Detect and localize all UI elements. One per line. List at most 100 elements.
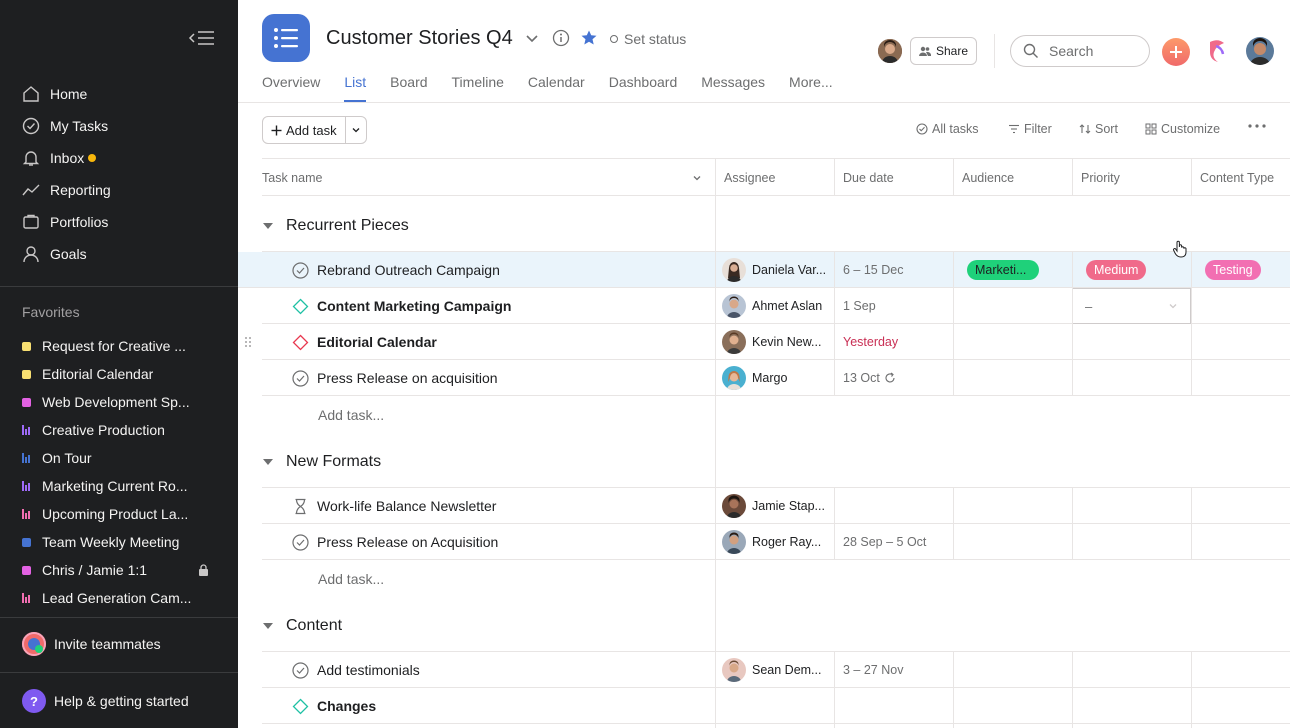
task-name-cell[interactable]: Add testimonials <box>292 652 420 688</box>
due-date-cell[interactable]: 28 Sep – 5 Oct <box>843 524 926 560</box>
due-date-cell[interactable]: 13 Oct <box>843 360 896 396</box>
avatar[interactable] <box>878 39 902 63</box>
project-title[interactable]: Customer Stories Q4 <box>326 27 513 50</box>
table-row[interactable]: Press Release on acquisition Margo 13 Oc… <box>262 360 1290 396</box>
table-row[interactable]: Rebrand Outreach Campaign Daniela Var...… <box>238 252 1290 288</box>
add-task-link[interactable]: Add task... <box>318 571 384 587</box>
add-task-button[interactable]: Add task <box>263 117 346 143</box>
assignee-cell[interactable]: Roger Ray... <box>722 524 821 560</box>
chevron-down-icon[interactable] <box>525 31 539 45</box>
favorite-item[interactable]: Lead Generation Cam... <box>0 584 238 612</box>
column-header-assignee[interactable]: Assignee <box>724 171 775 185</box>
add-task-dropdown[interactable] <box>346 117 366 143</box>
search-input[interactable]: Search <box>1010 35 1150 67</box>
sidebar-item-my-tasks[interactable]: My Tasks <box>0 110 238 142</box>
tab-timeline[interactable]: Timeline <box>452 74 504 102</box>
sidebar-item-goals[interactable]: Goals <box>0 238 238 270</box>
favorite-item[interactable]: Chris / Jamie 1:1 <box>0 556 238 584</box>
tab-dashboard[interactable]: Dashboard <box>609 74 678 102</box>
favorite-item[interactable]: Upcoming Product La... <box>0 500 238 528</box>
check-circle-icon[interactable] <box>292 661 309 679</box>
milestone-diamond-icon[interactable] <box>292 334 309 351</box>
tab-more[interactable]: More... <box>789 74 833 102</box>
tab-calendar[interactable]: Calendar <box>528 74 585 102</box>
section-header[interactable]: Recurrent Pieces <box>262 217 409 235</box>
set-status-button[interactable]: Set status <box>610 31 686 47</box>
check-circle-icon[interactable] <box>292 533 309 551</box>
due-date-cell[interactable]: 6 – 15 Dec <box>843 252 903 288</box>
favorite-item[interactable]: Team Weekly Meeting <box>0 528 238 556</box>
tab-messages[interactable]: Messages <box>701 74 765 102</box>
favorite-item[interactable]: On Tour <box>0 444 238 472</box>
favorite-item[interactable]: Editorial Calendar <box>0 360 238 388</box>
task-name-cell[interactable]: Press Release on acquisition <box>292 360 498 396</box>
sidebar-item-reporting[interactable]: Reporting <box>0 174 238 206</box>
table-row[interactable]: Press Release on Acquisition Roger Ray..… <box>262 524 1290 560</box>
priority-cell[interactable]: Medium <box>1086 252 1147 288</box>
customize-button[interactable]: Customize <box>1145 122 1220 136</box>
asana-logo-icon[interactable] <box>1206 38 1228 64</box>
info-icon[interactable] <box>552 29 570 47</box>
content-type-cell[interactable]: Testing <box>1205 252 1261 288</box>
all-tasks-button[interactable]: All tasks <box>916 122 979 136</box>
task-name-cell[interactable]: Work-life Balance Newsletter <box>292 488 496 524</box>
tab-overview[interactable]: Overview <box>262 74 320 102</box>
collapse-sidebar-icon[interactable] <box>188 28 216 48</box>
project-list-icon[interactable] <box>262 14 310 62</box>
drag-handle-icon[interactable] <box>244 336 252 348</box>
table-row[interactable]: Work-life Balance Newsletter Jamie Stap.… <box>262 488 1290 524</box>
assignee-cell[interactable]: Ahmet Aslan <box>722 288 822 324</box>
sidebar-item-inbox[interactable]: Inbox <box>0 142 238 174</box>
check-circle-icon[interactable] <box>292 261 309 279</box>
assignee-cell[interactable]: Sean Dem... <box>722 652 821 688</box>
sort-button[interactable]: Sort <box>1079 122 1118 136</box>
filter-button[interactable]: Filter <box>1008 122 1052 136</box>
chevron-down-icon[interactable] <box>692 173 702 183</box>
section-header[interactable]: Content <box>262 617 342 635</box>
help-button[interactable]: ? Help & getting started <box>22 689 189 713</box>
tab-board[interactable]: Board <box>390 74 427 102</box>
task-name-cell[interactable]: Changes <box>292 688 376 724</box>
task-name-cell[interactable]: Press Release on Acquisition <box>292 524 498 560</box>
check-circle-icon[interactable] <box>292 369 309 387</box>
tab-list[interactable]: List <box>344 74 367 102</box>
due-date-cell[interactable]: Yesterday <box>843 324 898 360</box>
milestone-diamond-icon[interactable] <box>292 698 309 715</box>
assignee-cell[interactable]: Margo <box>722 360 787 396</box>
share-button[interactable]: Share <box>910 37 977 65</box>
favorite-item[interactable]: Web Development Sp... <box>0 388 238 416</box>
table-row[interactable]: Content Marketing Campaign Ahmet Aslan 1… <box>262 288 1290 324</box>
column-header-priority[interactable]: Priority <box>1081 171 1120 185</box>
assignee-cell[interactable]: Daniela Var... <box>722 252 826 288</box>
favorite-item[interactable]: Request for Creative ... <box>0 332 238 360</box>
add-task-link[interactable]: Add task... <box>318 407 384 423</box>
audience-cell[interactable]: Marketi... <box>967 252 1039 288</box>
table-row[interactable]: Editorial Calendar Kevin New... Yesterda… <box>245 324 1290 360</box>
hourglass-icon[interactable] <box>292 498 309 515</box>
table-row[interactable]: Add testimonials Sean Dem... 3 – 27 Nov <box>262 652 1290 688</box>
column-header-content-type[interactable]: Content Type <box>1200 171 1274 185</box>
due-date-cell[interactable]: 3 – 27 Nov <box>843 652 903 688</box>
favorite-item[interactable]: Marketing Current Ro... <box>0 472 238 500</box>
task-name-cell[interactable]: Content Marketing Campaign <box>292 288 511 324</box>
invite-teammates-button[interactable]: Invite teammates <box>22 632 161 656</box>
table-row[interactable]: Changes <box>262 688 1290 724</box>
section-header[interactable]: New Formats <box>262 453 381 471</box>
column-header-audience[interactable]: Audience <box>962 171 1014 185</box>
star-icon[interactable] <box>580 29 598 47</box>
task-name-cell[interactable]: Rebrand Outreach Campaign <box>292 252 500 288</box>
assignee-cell[interactable]: Kevin New... <box>722 324 821 360</box>
column-header-task-name[interactable]: Task name <box>262 171 322 185</box>
quick-add-button[interactable] <box>1162 38 1190 66</box>
user-avatar[interactable] <box>1246 37 1274 65</box>
assignee-cell[interactable]: Jamie Stap... <box>722 488 825 524</box>
column-header-due-date[interactable]: Due date <box>843 171 894 185</box>
due-date-cell[interactable]: 1 Sep <box>843 288 876 324</box>
favorite-item[interactable]: Creative Production <box>0 416 238 444</box>
priority-dropdown[interactable]: – <box>1072 288 1191 324</box>
sidebar-item-portfolios[interactable]: Portfolios <box>0 206 238 238</box>
sidebar-item-home[interactable]: Home <box>0 78 238 110</box>
task-name-cell[interactable]: Editorial Calendar <box>292 324 437 360</box>
milestone-diamond-icon[interactable] <box>292 298 309 315</box>
more-options-icon[interactable] <box>1248 124 1266 128</box>
